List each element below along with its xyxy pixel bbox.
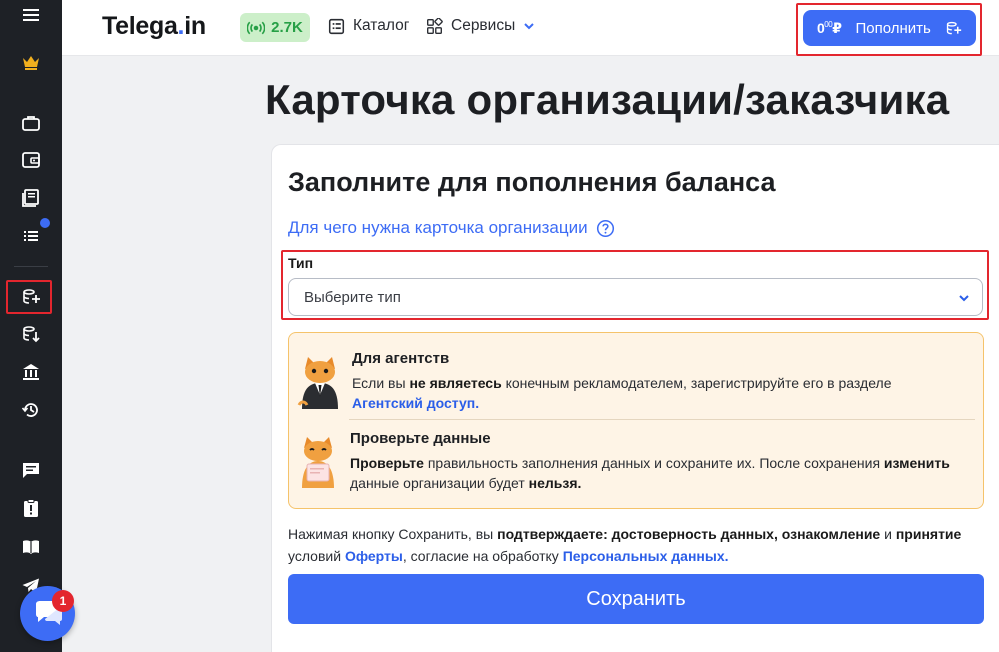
currency-symbol: ₽ (832, 19, 842, 36)
card-title: Заполните для пополнения баланса (288, 167, 776, 197)
sidebar (0, 0, 62, 652)
broadcast-icon (247, 21, 266, 34)
agency-text-part: конечным рекламодателем, зарегистрируйте… (501, 375, 892, 391)
list-icon[interactable] (19, 224, 43, 248)
agency-cat-icon (297, 357, 338, 409)
menu-icon[interactable] (19, 3, 43, 27)
nav-services-label: Сервисы (451, 17, 516, 34)
check-text-bold: нельзя. (528, 475, 582, 491)
help-link-text: Для чего нужна карточка организации (288, 218, 588, 237)
catalog-icon (328, 18, 345, 34)
consent-part: Нажимая кнопку Сохранить, вы (288, 526, 498, 542)
nav-catalog[interactable]: Каталог (328, 17, 409, 35)
services-grid-icon (427, 17, 443, 34)
consent-part: , согласие на обработку (402, 548, 563, 564)
notification-dot (40, 218, 50, 228)
open-book-icon[interactable] (19, 535, 43, 559)
question-circle-icon (596, 219, 614, 237)
check-text-bold: изменить (883, 455, 950, 471)
topup-label: Пополнить (855, 19, 931, 37)
agency-heading: Для агентств (352, 350, 450, 367)
type-label: Тип (288, 255, 314, 271)
check-cat-icon (302, 437, 334, 488)
check-text: Проверьте правильность заполнения данных… (350, 453, 970, 493)
page-title: Карточка организации/заказчика (265, 76, 950, 123)
online-count-badge[interactable]: 2.7K (240, 13, 310, 42)
coins-add-icon[interactable] (19, 285, 43, 309)
consent-part: условий (288, 548, 345, 564)
organization-card: Заполните для пополнения баланса Для чег… (271, 144, 999, 652)
consent-bold: подтверждаете: (497, 526, 608, 542)
offer-link[interactable]: Оферты (345, 548, 403, 564)
info-box: Для агентств Если вы не являетесь конечн… (288, 332, 984, 509)
type-select[interactable]: Выберите тип (288, 278, 983, 316)
agency-access-link[interactable]: Агентский доступ. (352, 395, 479, 411)
consent-bold: достоверность данных, ознакомление (611, 526, 881, 542)
coins-add-icon (946, 21, 961, 34)
chat-unread-badge: 1 (52, 590, 74, 612)
chevron-down-icon (959, 295, 969, 302)
agency-text-part: Если вы (352, 375, 410, 391)
logo-tld: in (184, 12, 206, 40)
agency-text-bold: не являетесь (409, 375, 502, 391)
check-heading: Проверьте данные (350, 430, 491, 447)
check-text-part: данные организации будет (350, 475, 529, 491)
top-bar: Telega.in 2.7K Каталог Сервисы 000₽ Попо… (62, 0, 999, 56)
book-icon[interactable] (19, 186, 43, 210)
clipboard-alert-icon[interactable] (19, 496, 43, 520)
balance-amount: 000₽ (817, 19, 842, 37)
logo-text: Telega (102, 12, 178, 40)
consent-part: и (880, 526, 896, 542)
save-button[interactable]: Сохранить (288, 574, 984, 624)
nav-catalog-label: Каталог (353, 17, 410, 34)
agency-text: Если вы не являетесь конечным рекламодат… (352, 373, 912, 413)
check-text-part: правильность заполнения данных и сохрани… (423, 455, 884, 471)
chevron-down-icon (524, 23, 534, 30)
type-select-value: Выберите тип (304, 288, 401, 306)
site-logo[interactable]: Telega.in (102, 12, 206, 41)
consent-bold: принятие (895, 526, 962, 542)
topup-button[interactable]: 000₽ Пополнить (803, 10, 976, 46)
bank-icon[interactable] (19, 360, 43, 384)
consent-text: Нажимая кнопку Сохранить, вы подтверждае… (288, 523, 988, 567)
coins-withdraw-icon[interactable] (19, 322, 43, 346)
chat-icon[interactable] (19, 458, 43, 482)
online-count: 2.7K (271, 19, 303, 36)
info-divider (349, 419, 975, 420)
personal-data-link[interactable]: Персональных данных. (563, 548, 729, 564)
briefcase-icon[interactable] (19, 111, 43, 135)
sidebar-divider (14, 266, 48, 267)
history-icon[interactable] (19, 398, 43, 422)
nav-services[interactable]: Сервисы (426, 17, 535, 35)
wallet-icon[interactable] (19, 148, 43, 172)
check-text-bold: Проверьте (350, 455, 424, 471)
crown-icon[interactable] (19, 50, 43, 74)
help-link[interactable]: Для чего нужна карточка организации (288, 218, 615, 238)
